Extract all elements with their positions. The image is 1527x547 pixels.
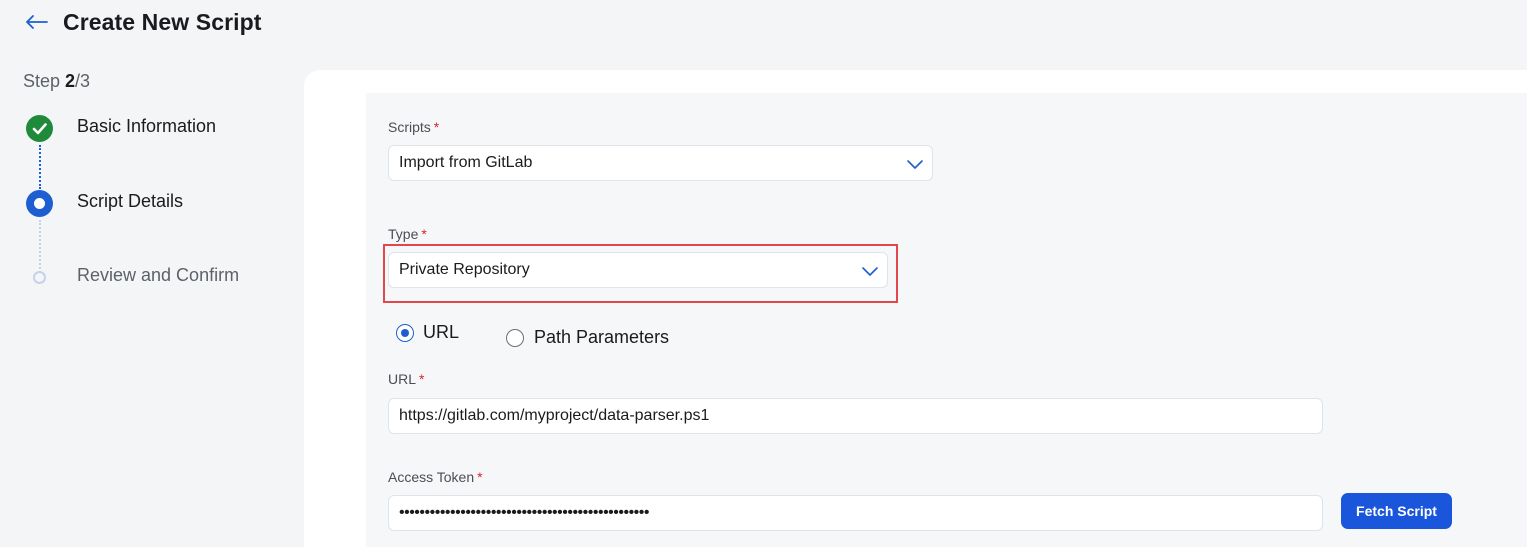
step-done-check-icon [26,115,53,142]
step-label: Review and Confirm [77,265,240,285]
step-current-icon [26,190,53,217]
step-counter: Step 2/3 [23,71,91,91]
access-token-input[interactable]: ••••••••••••••••••••••••••••••••••••••••… [388,495,1323,531]
step-connector [39,145,41,189]
path-parameters-radio[interactable] [506,329,524,347]
fetch-script-button[interactable]: Fetch Script [1341,493,1452,529]
scripts-label: Scripts * [388,119,440,135]
chevron-down-icon [862,267,878,276]
url-radio[interactable] [396,324,414,342]
type-select[interactable]: Private Repository [388,252,888,288]
step-pending-icon [33,271,46,284]
page-title: Create New Script [63,9,262,35]
url-radio-label[interactable]: URL [423,322,459,343]
access-token-label: Access Token * [388,469,483,485]
scripts-select-value: Import from GitLab [399,154,533,171]
path-parameters-radio-label[interactable]: Path Parameters [534,327,669,348]
step-connector [39,220,41,269]
chevron-down-icon [907,160,923,169]
scripts-select[interactable]: Import from GitLab [388,145,933,181]
url-label: URL * [388,371,425,387]
step-label: Script Details [77,191,184,211]
type-select-value: Private Repository [399,261,530,278]
back-arrow-icon[interactable] [22,8,50,36]
page-header: Create New Script [0,0,1527,46]
url-input[interactable]: https://gitlab.com/myproject/data-parser… [388,398,1323,434]
type-label: Type * [388,226,427,242]
step-label: Basic Information [77,116,217,136]
step-current-number: 2 [65,71,76,91]
